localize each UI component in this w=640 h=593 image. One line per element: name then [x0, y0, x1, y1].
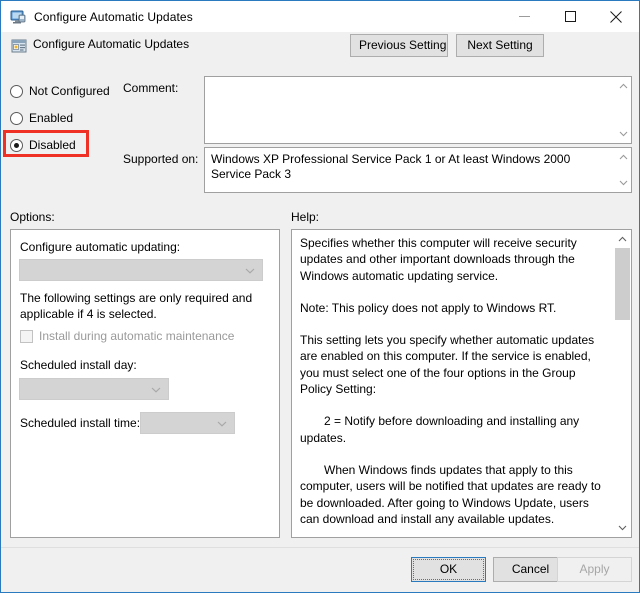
setting-title: Configure Automatic Updates — [33, 37, 190, 51]
setting-header: Configure Automatic Updates Previous Set… — [1, 32, 639, 73]
group-policy-setting-icon — [11, 38, 27, 54]
title-bar: Configure Automatic Updates — [1, 1, 639, 32]
comment-scrollbar[interactable] — [615, 77, 631, 143]
supported-on-label: Supported on: — [123, 152, 199, 166]
ok-button-label: OK — [439, 562, 458, 576]
chevron-down-icon — [217, 421, 227, 427]
chevron-down-icon[interactable] — [616, 127, 632, 141]
help-paragraph: When Windows finds updates that apply to… — [300, 462, 601, 526]
maximize-icon[interactable] — [547, 1, 593, 32]
minimize-icon[interactable] — [501, 1, 547, 32]
computer-monitor-icon — [10, 9, 26, 25]
supported-on-scrollbar[interactable] — [615, 148, 631, 192]
help-panel: Specifies whether this computer will rec… — [291, 229, 632, 538]
comment-input[interactable] — [204, 76, 632, 144]
help-paragraph: This setting lets you specify whether au… — [300, 333, 595, 397]
help-paragraph: Note: This policy does not apply to Wind… — [300, 300, 557, 315]
chevron-down-icon[interactable] — [616, 176, 632, 190]
close-icon[interactable] — [593, 1, 639, 32]
install-during-maintenance-checkbox: Install during automatic maintenance — [20, 329, 234, 343]
previous-setting-button[interactable]: Previous Setting — [350, 34, 448, 57]
ok-button[interactable]: OK — [411, 557, 486, 582]
settings-requirement-note: The following settings are only required… — [20, 291, 253, 321]
apply-button: Apply — [557, 557, 632, 582]
configure-automatic-updates-dialog: Configure Automatic Updates Configure Au… — [0, 0, 640, 593]
install-during-maintenance-label: Install during automatic maintenance — [39, 329, 235, 343]
comment-label: Comment: — [123, 81, 179, 95]
scheduled-install-day-dropdown — [19, 378, 169, 400]
radio-disabled-label: Disabled — [29, 138, 76, 152]
chevron-up-icon[interactable] — [616, 150, 632, 164]
checkbox-mark — [20, 329, 33, 343]
help-text: Specifies whether this computer will rec… — [292, 230, 614, 537]
radio-not-configured-label: Not Configured — [29, 84, 110, 98]
chevron-down-icon[interactable] — [614, 520, 631, 536]
options-section-label: Options: — [10, 210, 55, 224]
state-and-comment-region: Not Configured Enabled Disabled Comment:… — [1, 73, 639, 204]
radio-not-configured-mark — [10, 84, 23, 98]
dialog-button-bar: OK Cancel Apply — [1, 547, 639, 592]
chevron-down-icon — [245, 268, 255, 274]
radio-enabled-mark — [10, 111, 23, 125]
help-scrollbar-thumb[interactable] — [615, 248, 630, 320]
configure-automatic-updating-label: Configure automatic updating: — [20, 240, 181, 254]
supported-on-input[interactable]: Windows XP Professional Service Pack 1 o… — [204, 147, 632, 193]
scheduled-install-time-label: Scheduled install time: — [20, 416, 141, 430]
radio-disabled[interactable]: Disabled — [10, 136, 76, 154]
radio-disabled-mark — [10, 138, 23, 152]
options-and-help-region: Options: Help: Configure automatic updat… — [1, 204, 639, 547]
scheduled-install-day-label: Scheduled install day: — [20, 358, 137, 372]
help-scrollbar[interactable] — [614, 230, 631, 537]
chevron-down-icon — [151, 387, 161, 393]
supported-on-value: Windows XP Professional Service Pack 1 o… — [211, 152, 571, 181]
help-paragraph: Specifies whether this computer will rec… — [300, 236, 577, 283]
help-section-label: Help: — [291, 210, 320, 224]
radio-not-configured[interactable]: Not Configured — [10, 82, 110, 100]
radio-enabled-label: Enabled — [29, 111, 74, 125]
window-title: Configure Automatic Updates — [34, 9, 193, 24]
chevron-up-icon[interactable] — [614, 231, 631, 247]
comment-input-value — [205, 77, 615, 143]
next-setting-button[interactable]: Next Setting — [456, 34, 544, 57]
options-panel: Configure automatic updating: The follow… — [10, 229, 280, 538]
scheduled-install-time-dropdown — [140, 412, 235, 434]
configure-automatic-updating-dropdown — [19, 259, 263, 281]
chevron-up-icon[interactable] — [616, 79, 632, 93]
help-paragraph: 2 = Notify before downloading and instal… — [300, 414, 580, 445]
caption-button-group — [501, 1, 639, 32]
radio-enabled[interactable]: Enabled — [10, 109, 73, 127]
